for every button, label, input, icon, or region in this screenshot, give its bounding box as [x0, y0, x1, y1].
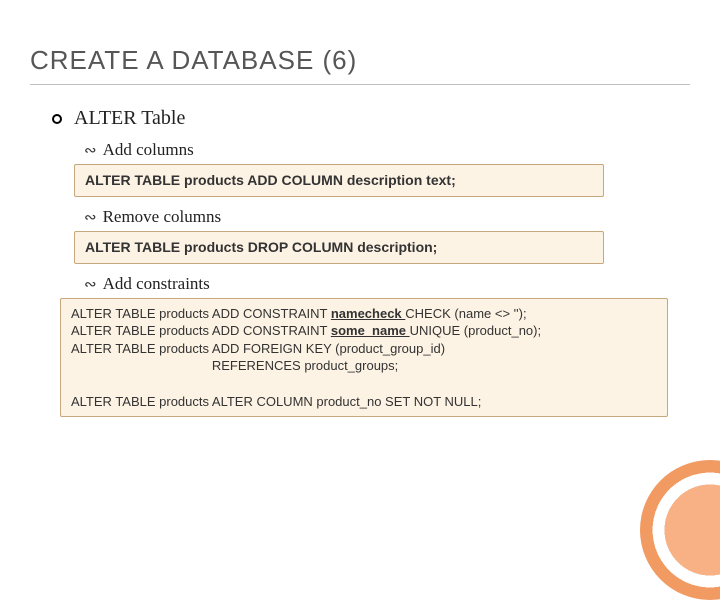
page-title: CREATE A DATABASE (6) — [30, 45, 690, 85]
decorative-arc-icon — [640, 460, 720, 600]
lvl2-label: Add columns — [103, 140, 194, 160]
code-text: ALTER TABLE products DROP COLUMN descrip… — [85, 239, 437, 255]
code-line — [71, 376, 75, 391]
constraint-name: some_name — [331, 323, 410, 338]
code-line: CHECK (name <> ''); — [405, 306, 526, 321]
code-block-add-column: ALTER TABLE products ADD COLUMN descript… — [74, 164, 604, 197]
code-line: ALTER TABLE products ADD CONSTRAINT — [71, 323, 331, 338]
code-line: UNIQUE (product_no); — [410, 323, 542, 338]
code-line: REFERENCES product_groups; — [71, 358, 398, 373]
constraint-name: namecheck — [331, 306, 405, 321]
lvl2-label: Remove columns — [103, 207, 222, 227]
code-line: ALTER TABLE products ADD CONSTRAINT — [71, 306, 331, 321]
list-item-remove-columns: ∾ Remove columns — [84, 207, 690, 227]
squiggle-bullet-icon: ∾ — [84, 208, 95, 227]
list-item-add-constraints: ∾ Add constraints — [84, 274, 690, 294]
lvl1-label: ALTER Table — [74, 107, 185, 130]
slide: CREATE A DATABASE (6) ALTER Table ∾ Add … — [0, 0, 720, 540]
squiggle-bullet-icon: ∾ — [84, 275, 95, 294]
squiggle-bullet-icon: ∾ — [84, 141, 95, 160]
code-text: ALTER TABLE products ADD COLUMN descript… — [85, 172, 456, 188]
list-item-add-columns: ∾ Add columns — [84, 140, 690, 160]
code-block-constraints: ALTER TABLE products ADD CONSTRAINT name… — [60, 298, 668, 417]
code-block-drop-column: ALTER TABLE products DROP COLUMN descrip… — [74, 231, 604, 264]
code-line: ALTER TABLE products ADD FOREIGN KEY (pr… — [71, 341, 445, 356]
ring-bullet-icon — [52, 114, 62, 124]
list-item-alter-table: ALTER Table — [52, 107, 690, 130]
lvl2-label: Add constraints — [103, 274, 210, 294]
code-line: ALTER TABLE products ALTER COLUMN produc… — [71, 394, 481, 409]
